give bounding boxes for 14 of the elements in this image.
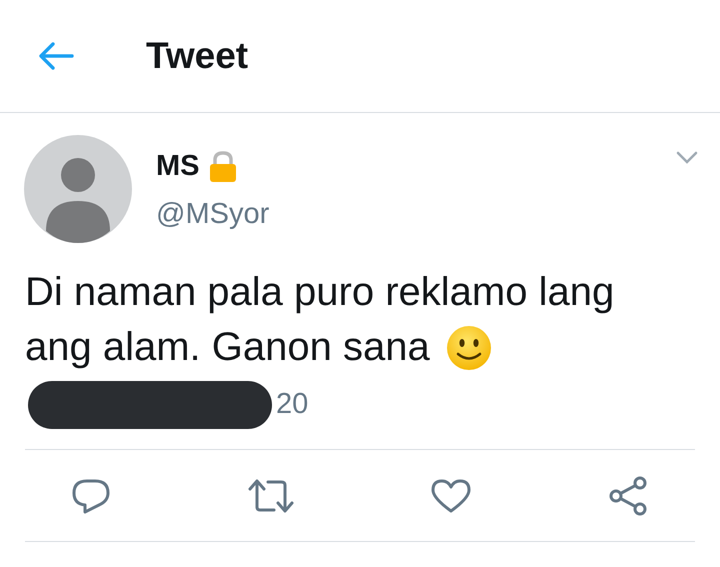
smiley-icon	[446, 324, 492, 370]
heart-icon[interactable]	[431, 478, 472, 512]
timestamp: 20	[276, 387, 308, 422]
page-title: Tweet	[146, 34, 248, 78]
back-arrow-icon[interactable]	[38, 41, 74, 71]
chevron-down-icon[interactable]	[676, 151, 698, 165]
tweet-text: ang alam. Ganon sana	[25, 324, 430, 371]
retweet-icon[interactable]	[248, 478, 294, 512]
avatar[interactable]	[24, 135, 132, 243]
user-handle[interactable]: @MSyor	[156, 199, 676, 231]
share-icon[interactable]	[608, 476, 649, 516]
reply-icon[interactable]	[72, 478, 110, 514]
tweet-text: Di naman pala puro reklamo lang	[25, 270, 614, 314]
user-name[interactable]: MS	[156, 151, 200, 183]
